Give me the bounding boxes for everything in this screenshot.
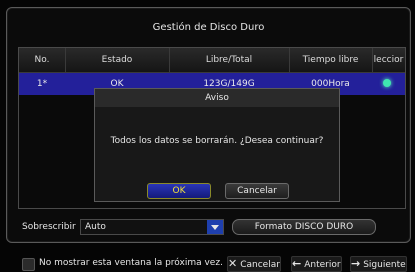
arrow-right-icon: → [351, 257, 361, 270]
previous-button[interactable]: ← Anterior [291, 256, 342, 272]
next-button[interactable]: → Siguiente [350, 256, 407, 272]
overwrite-select[interactable]: Auto [80, 219, 224, 235]
format-hdd-button[interactable]: Formato DISCO DURO [232, 219, 376, 235]
dont-show-checkbox[interactable] [22, 258, 35, 271]
dont-show-label: No mostrar esta ventana la próxima vez. [39, 258, 223, 268]
row-no: 1* [36, 79, 48, 89]
next-label: Siguiente [363, 260, 406, 270]
warning-dialog: Aviso Todos los datos se borrarán. ¿Dese… [94, 88, 340, 202]
chevron-down-icon[interactable] [207, 220, 223, 234]
overwrite-label: Sobrescribir [22, 222, 76, 232]
column-header-estado: Estado [65, 48, 170, 72]
previous-label: Anterior [304, 260, 341, 270]
arrow-left-icon: ← [292, 257, 302, 270]
dialog-title: Aviso [95, 89, 339, 107]
dialog-message: Todos los datos se borrarán. ¿Desea cont… [110, 136, 324, 146]
footer-cancel-label: Cancelar [240, 260, 280, 270]
column-header-libre-total: Libre/Total [169, 48, 290, 72]
column-header-no: No. [19, 48, 66, 72]
column-header-seleccionar: leccior [373, 55, 404, 65]
cancel-button[interactable]: Cancelar [225, 183, 289, 199]
window-title: Gestión de Disco Duro [152, 22, 265, 33]
footer-cancel-button[interactable]: ✕ Cancelar [227, 256, 281, 272]
close-icon: ✕ [228, 257, 238, 270]
select-indicator-icon[interactable] [383, 79, 391, 87]
ok-button[interactable]: OK [147, 183, 211, 199]
table-header: No. Estado Libre/Total Tiempo libre lecc… [19, 48, 405, 73]
column-header-tiempo-libre: Tiempo libre [289, 48, 373, 72]
overwrite-value: Auto [85, 222, 106, 232]
